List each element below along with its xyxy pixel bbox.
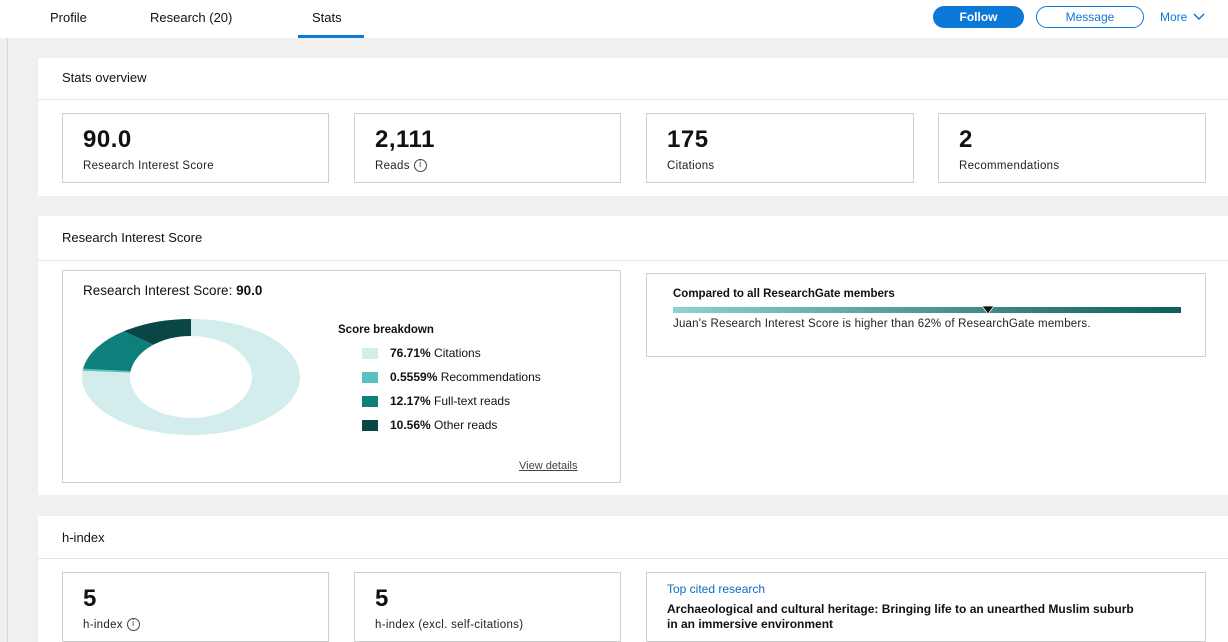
top-cited-label: Top cited research: [667, 582, 766, 596]
stat-card-citations: 175 Citations: [646, 113, 914, 183]
top-cited-card: Top cited research Archaeological and cu…: [646, 572, 1206, 642]
left-border: [7, 38, 8, 642]
tab-stats[interactable]: Stats: [312, 10, 342, 25]
stats-overview-section: Stats overview 90.0 Research Interest Sc…: [38, 58, 1228, 196]
tab-research[interactable]: Research (20): [150, 10, 232, 25]
comparison-card: Compared to all ResearchGate members Jua…: [646, 273, 1206, 357]
divider: [38, 260, 1228, 261]
legend-item-fulltext: 12.17% Full-text reads: [362, 394, 510, 408]
stat-card-reads: 2,111 Reads i: [354, 113, 621, 183]
stat-label-text: Citations: [667, 160, 715, 172]
stat-label: Research Interest Score: [83, 160, 214, 172]
stat-value: 2: [959, 126, 973, 153]
stat-label: Citations: [667, 160, 714, 172]
hindex-excl-card: 5 h-index (excl. self-citations): [354, 572, 621, 642]
info-icon[interactable]: i: [126, 618, 140, 631]
legend-pct: 12.17%: [390, 394, 431, 408]
stat-label: h-index (excl. self-citations): [375, 619, 523, 631]
stat-label-text: h-index (excl. self-citations): [375, 619, 524, 631]
more-menu[interactable]: More: [1160, 10, 1205, 24]
legend-pct: 10.56%: [390, 418, 431, 432]
top-cited-title[interactable]: Archaeological and cultural heritage: Br…: [667, 602, 1147, 632]
legend-swatch: [362, 419, 378, 431]
message-button[interactable]: Message: [1036, 6, 1144, 28]
follow-button[interactable]: Follow: [933, 6, 1024, 28]
active-tab-indicator: [298, 35, 364, 38]
ris-breakdown-card: Research Interest Score: 90.0 Score brea…: [62, 270, 621, 483]
hindex-section: h-index 5 h-index i 5 h-index (excl. self…: [38, 516, 1228, 642]
stat-value: 90.0: [83, 126, 132, 153]
stat-value: 5: [375, 585, 389, 612]
stat-label-text: h-index: [83, 618, 123, 631]
hindex-card: 5 h-index i: [62, 572, 329, 642]
ris-card-value: 90.0: [236, 283, 263, 298]
legend-label: Recommendations: [440, 370, 541, 384]
breakdown-title: Score breakdown: [338, 324, 434, 336]
top-nav: Profile Research (20) Stats Follow Messa…: [0, 0, 1228, 38]
legend-pct: 0.5559%: [390, 370, 438, 384]
stat-label: h-index i: [83, 618, 140, 631]
legend-label: Citations: [434, 346, 481, 360]
more-label: More: [1160, 10, 1188, 24]
legend-item-other: 10.56% Other reads: [362, 418, 497, 432]
stat-value: 175: [667, 126, 709, 153]
legend-label: Other reads: [434, 418, 498, 432]
compare-text: Juan's Research Interest Score is higher…: [673, 318, 1091, 330]
score-donut-chart: [81, 319, 300, 435]
divider: [38, 99, 1228, 100]
legend-swatch: [362, 347, 378, 359]
info-icon[interactable]: i: [413, 159, 427, 172]
stat-value: 5: [83, 585, 97, 612]
stat-label-text: Research Interest Score: [83, 160, 214, 172]
compare-title: Compared to all ResearchGate members: [673, 288, 895, 300]
view-details-link[interactable]: View details: [519, 460, 578, 472]
stat-value: 2,111: [375, 126, 435, 153]
stat-label-text: Recommendations: [959, 160, 1060, 172]
legend-swatch: [362, 371, 378, 383]
percentile-bar-fill: [673, 307, 1181, 313]
stat-label-text: Reads: [375, 159, 410, 172]
stat-label: Recommendations: [959, 160, 1059, 172]
section-title: Research Interest Score: [62, 230, 203, 245]
legend-label: Full-text reads: [434, 394, 511, 408]
percentile-marker-icon: [981, 306, 994, 315]
percentile-bar: [673, 306, 1181, 315]
stat-card-ris: 90.0 Research Interest Score: [62, 113, 329, 183]
divider: [38, 558, 1228, 559]
stat-label: Reads i: [375, 159, 427, 172]
tab-profile[interactable]: Profile: [50, 10, 87, 25]
legend-swatch: [362, 395, 378, 407]
section-title: Stats overview: [62, 70, 147, 85]
ris-card-title: Research Interest Score: 90.0: [83, 283, 262, 298]
stat-card-recommendations: 2 Recommendations: [938, 113, 1206, 183]
ris-card-title-text: Research Interest Score:: [83, 283, 233, 298]
legend-item-recommendations: 0.5559% Recommendations: [362, 370, 541, 384]
section-title: h-index: [62, 530, 105, 545]
ris-section: Research Interest Score Research Interes…: [38, 216, 1228, 495]
legend-pct: 76.71%: [390, 346, 431, 360]
legend-item-citations: 76.71% Citations: [362, 346, 481, 360]
chevron-down-icon: [1193, 13, 1205, 21]
